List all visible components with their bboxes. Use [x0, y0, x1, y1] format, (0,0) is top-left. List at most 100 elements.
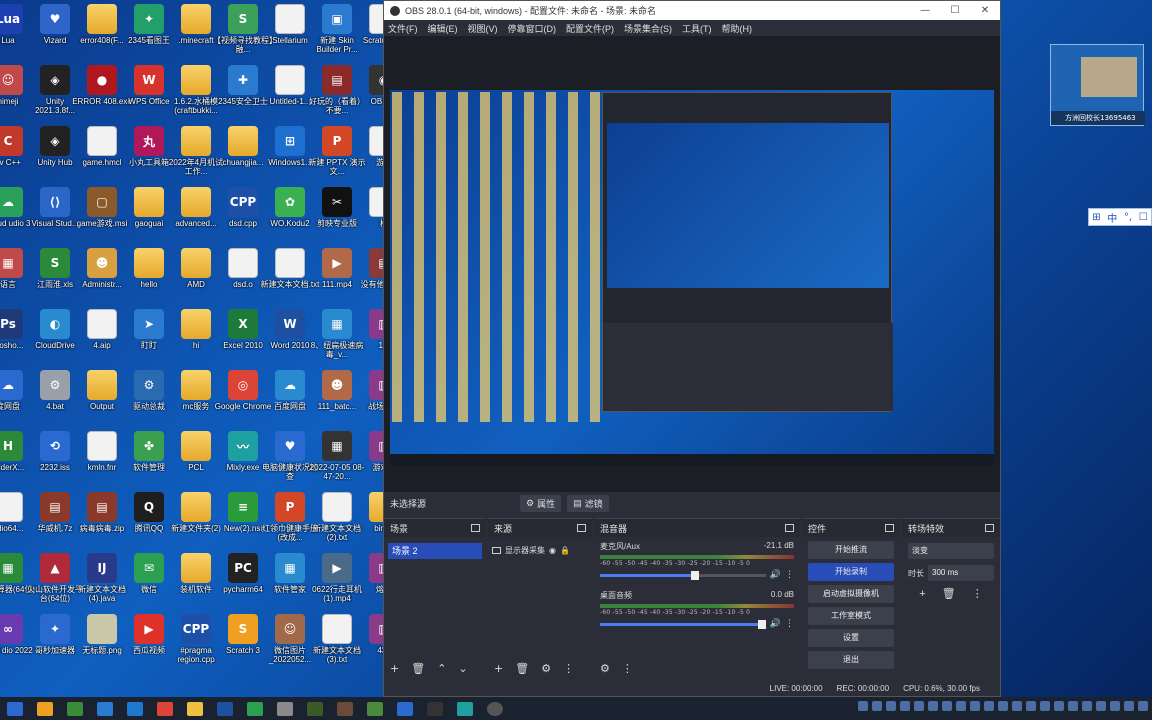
- start-recording-button[interactable]: 开始录制: [808, 563, 894, 581]
- desktop-icon[interactable]: W Word 2010: [264, 309, 316, 369]
- taskbar-app-icon[interactable]: [277, 701, 293, 716]
- tray-icon[interactable]: [1012, 701, 1022, 711]
- menu-view[interactable]: 视图(V): [468, 22, 498, 35]
- volume-knob[interactable]: [691, 570, 700, 580]
- tray-icon[interactable]: [942, 701, 952, 711]
- desktop-icon[interactable]: ≡ New(2).nsi: [217, 492, 269, 552]
- desktop-icon[interactable]: CPP dsd.cpp: [217, 187, 269, 247]
- tray-icon[interactable]: [984, 701, 994, 711]
- trash-icon[interactable]: 🗑: [411, 662, 425, 675]
- desktop-icon[interactable]: kmln.fnr: [76, 431, 128, 491]
- desktop-icon[interactable]: ▢ game游戏.msi: [76, 187, 128, 247]
- desktop-icon[interactable]: ▲ 火山软件开发平台(64位): [27, 553, 83, 613]
- desktop-icon[interactable]: ⟨⟩ Visual Stud...: [29, 187, 81, 247]
- desktop-icon[interactable]: W WPS Office: [123, 65, 175, 125]
- desktop-icon[interactable]: Output: [76, 370, 128, 430]
- edge-icon[interactable]: [127, 701, 143, 716]
- trash-icon[interactable]: 🗑: [942, 587, 956, 600]
- desktop-icon[interactable]: Q 腾讯QQ: [123, 492, 175, 552]
- desktop-icon[interactable]: advanced...: [170, 187, 222, 247]
- desktop-icon[interactable]: gaoguai: [123, 187, 175, 247]
- desktop-icon[interactable]: game.hmcl: [76, 126, 128, 186]
- speaker-icon[interactable]: 🔊: [770, 619, 781, 629]
- close-button[interactable]: ✕: [970, 5, 1000, 16]
- desktop-icon[interactable]: ☺ 微信图片_2022052...: [264, 614, 316, 674]
- desktop-icon[interactable]: ⊞ Windows1...: [264, 126, 316, 186]
- desktop-icon[interactable]: ✂ 剪映专业版: [311, 187, 363, 247]
- tray-icon[interactable]: [1110, 701, 1120, 711]
- desktop-icon[interactable]: ▣ 新建 Skin Builder Pr...: [311, 4, 363, 64]
- taskbar-app-icon[interactable]: [427, 701, 443, 716]
- desktop-icon[interactable]: ✉ 微信: [123, 553, 175, 613]
- desktop-icon[interactable]: AMD: [170, 248, 222, 308]
- desktop-icon[interactable]: ⚙ 4.bat: [29, 370, 81, 430]
- tray-icon[interactable]: [1082, 701, 1092, 711]
- ime-kbd-icon[interactable]: ☐: [1139, 212, 1148, 223]
- desktop-icon[interactable]: 4.aip: [76, 309, 128, 369]
- volume-slider[interactable]: [600, 570, 766, 580]
- speaker-icon[interactable]: 🔊: [770, 570, 781, 580]
- undock-icon[interactable]: [985, 524, 994, 532]
- desktop-icon[interactable]: error408(F...: [76, 4, 128, 64]
- desktop-icon[interactable]: PC pycharm64: [217, 553, 269, 613]
- gear-icon[interactable]: ⚙: [541, 662, 551, 675]
- desktop-icon[interactable]: ▦ 8、纽扁极速病毒_v...: [311, 309, 363, 369]
- desktop-icon[interactable]: ➤ 盯盯: [123, 309, 175, 369]
- desktop-icon[interactable]: 新建文本文档(2).txt: [311, 492, 363, 552]
- settings-button[interactable]: 设置: [808, 629, 894, 647]
- tray-icon[interactable]: [1054, 701, 1064, 711]
- start-streaming-button[interactable]: 开始推流: [808, 541, 894, 559]
- tray-icon[interactable]: [900, 701, 910, 711]
- move-up-icon[interactable]: ⌃: [437, 662, 446, 675]
- desktop-icon[interactable]: 新建文本文档(3).txt: [311, 614, 363, 674]
- desktop-icon[interactable]: CPP #pragma region.cpp: [170, 614, 222, 674]
- undock-icon[interactable]: [577, 524, 586, 532]
- undock-icon[interactable]: [471, 524, 480, 532]
- minecraft-icon[interactable]: [307, 701, 323, 716]
- desktop-icon[interactable]: chuangjia...: [217, 126, 269, 186]
- desktop-icon[interactable]: ▦ 软件管家: [264, 553, 316, 613]
- exit-button[interactable]: 退出: [808, 651, 894, 669]
- chrome-icon[interactable]: [157, 701, 173, 716]
- desktop-icon[interactable]: ◐ CloudDrive: [29, 309, 81, 369]
- desktop-icon[interactable]: ✿ WO.Kodu2: [264, 187, 316, 247]
- more-icon[interactable]: ⋮: [785, 619, 794, 629]
- menu-help[interactable]: 帮助(H): [722, 22, 753, 35]
- tray-icon[interactable]: [914, 701, 924, 711]
- desktop-icon[interactable]: ▤ 华威机.7z: [29, 492, 81, 552]
- taskbar-app-icon[interactable]: [337, 701, 353, 716]
- menu-edit[interactable]: 编辑(E): [428, 22, 458, 35]
- desktop-icon[interactable]: ◈ Unity Hub: [29, 126, 81, 186]
- desktop-icon[interactable]: 新建文件夹(2): [170, 492, 222, 552]
- menu-tools[interactable]: 工具(T): [682, 22, 712, 35]
- desktop-icon[interactable]: ▶ 西瓜视频: [123, 614, 175, 674]
- desktop-icon[interactable]: 装机软件: [170, 553, 222, 613]
- desktop-icon[interactable]: P 红领巾健康手册(改成...: [262, 492, 318, 552]
- ime-toolbar[interactable]: ⊞ 中 °, ☐: [1088, 208, 1152, 226]
- desktop-icon[interactable]: S Scratch 3: [217, 614, 269, 674]
- source-item[interactable]: 显示器采集 ◉ 🔒: [492, 543, 588, 557]
- desktop-icon[interactable]: P 新建 PPTX 演示文...: [308, 126, 366, 186]
- trash-icon[interactable]: 🗑: [515, 662, 529, 675]
- desktop-icon[interactable]: 2022年4月机试工作...: [169, 126, 223, 186]
- desktop-icon[interactable]: 新建文本文档.txt: [261, 248, 319, 308]
- desktop-icon[interactable]: ✤ 软件管理: [123, 431, 175, 491]
- transition-select[interactable]: 淡变: [908, 543, 994, 559]
- scene-item[interactable]: 场景 2: [388, 543, 482, 559]
- more-icon[interactable]: ⋮: [563, 662, 574, 675]
- menu-file[interactable]: 文件(F): [388, 22, 418, 35]
- tray-icon[interactable]: [886, 701, 896, 711]
- desktop-icon[interactable]: 〰 Mixly.exe: [217, 431, 269, 491]
- desktop-icon[interactable]: ✚ 2345安全卫士: [217, 65, 269, 125]
- gear-icon[interactable]: ⚙: [600, 662, 610, 675]
- tray-icon[interactable]: [1096, 701, 1106, 711]
- more-icon[interactable]: ⋮: [622, 662, 633, 675]
- studio-mode-button[interactable]: 工作室模式: [808, 607, 894, 625]
- desktop-icon[interactable]: X Excel 2010: [217, 309, 269, 369]
- desktop-icon[interactable]: ✦ 2345看图王: [123, 4, 175, 64]
- tray-icon[interactable]: [998, 701, 1008, 711]
- desktop-icon[interactable]: ▤ 好玩的（看着）不要...: [309, 65, 365, 125]
- tray-icon[interactable]: [928, 701, 938, 711]
- floating-preview-widget[interactable]: 方洲回校长13695463: [1050, 44, 1145, 126]
- start-virtual-camera-button[interactable]: 启动虚拟摄像机: [808, 585, 894, 603]
